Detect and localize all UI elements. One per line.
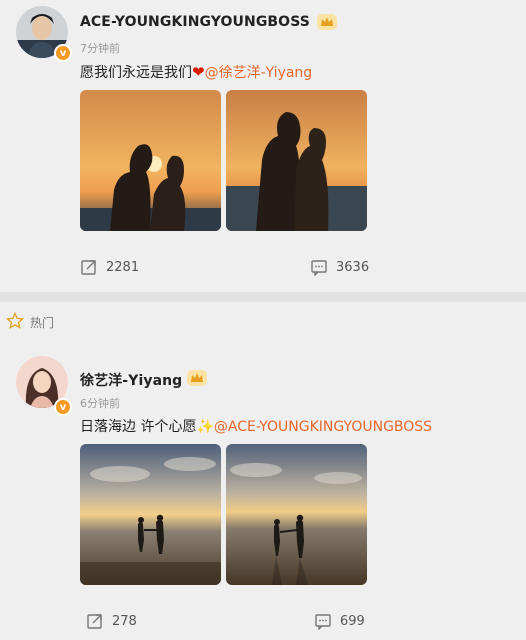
post-image-1[interactable] <box>80 444 221 585</box>
post-1: v ACE-YOUNGKINGYOUNGBOSS 7分钟前 愿我们永远是我们❤@… <box>0 0 526 292</box>
mention-link[interactable]: @ACE-YOUNGKINGYOUNGBOSS <box>214 419 432 435</box>
heart-icon: ❤ <box>192 63 205 81</box>
post-text: 愿我们永远是我们❤@徐艺洋-Yiyang <box>80 62 312 82</box>
post-text-body: 日落海边 许个心愿 <box>80 419 197 435</box>
repost-button[interactable]: 2281 <box>80 258 139 276</box>
comment-count: 699 <box>340 613 365 629</box>
member-crown-icon <box>317 14 337 30</box>
comment-icon <box>311 260 327 276</box>
post-2: v 徐艺洋-Yiyang 6分钟前 日落海边 许个心愿✨@ACE-YOUNGKI… <box>0 348 526 640</box>
post-time: 7分钟前 <box>80 42 120 55</box>
post-image-1[interactable] <box>80 90 221 231</box>
repost-button[interactable]: 278 <box>86 612 137 630</box>
hot-label: 热门 <box>30 316 55 330</box>
verified-badge-icon: v <box>54 44 72 62</box>
repost-icon <box>81 260 96 275</box>
repost-icon <box>87 614 102 629</box>
section-divider <box>0 292 526 302</box>
verified-badge-icon: v <box>54 398 72 416</box>
comment-count: 3636 <box>336 259 370 275</box>
comment-button[interactable]: 699 <box>314 612 365 630</box>
post-time: 6分钟前 <box>80 397 120 410</box>
username[interactable]: ACE-YOUNGKINGYOUNGBOSS <box>80 14 310 30</box>
post-image-2[interactable] <box>226 444 367 585</box>
repost-count: 278 <box>112 613 137 629</box>
comment-button[interactable]: 3636 <box>310 258 369 276</box>
star-outline-icon <box>6 312 24 329</box>
sparkle-icon: ✨ <box>196 419 214 435</box>
mention-link[interactable]: @徐艺洋-Yiyang <box>205 65 313 81</box>
post-text: 日落海边 许个心愿✨@ACE-YOUNGKINGYOUNGBOSS <box>80 416 432 436</box>
username[interactable]: 徐艺洋-Yiyang <box>80 370 182 390</box>
hot-section-header: 热门 <box>0 302 526 342</box>
post-text-body: 愿我们永远是我们 <box>80 65 192 81</box>
post-image-2[interactable] <box>226 90 367 231</box>
comment-icon <box>315 614 331 630</box>
member-crown-icon <box>187 370 207 386</box>
repost-count: 2281 <box>106 259 140 275</box>
